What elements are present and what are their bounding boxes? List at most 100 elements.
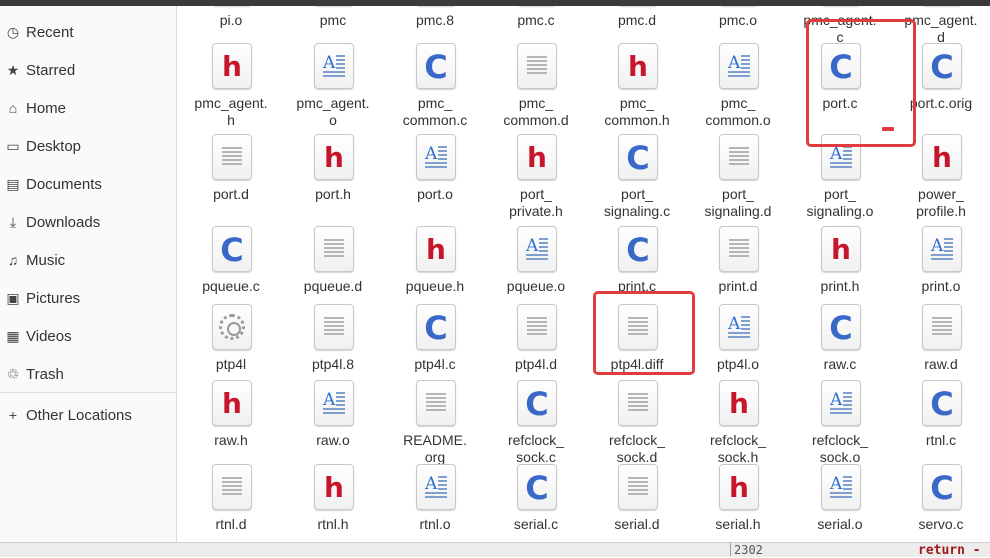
file-item[interactable]: port_ signaling.d [686,134,790,224]
sidebar-item-label: Documents [26,175,102,193]
file-name: print.d [718,278,758,294]
object-file-icon: A [719,43,759,89]
file-name: ptp4l.d [514,356,558,372]
file-item[interactable]: Cserial.c [484,464,588,542]
file-item[interactable]: Crtnl.c [889,380,990,470]
file-name: refclock_ sock.o [811,432,869,465]
file-item[interactable]: Aprint.o [889,226,990,316]
text-file-icon [517,43,557,89]
file-grid: Api.o pmc pmc.8 Cpmc.c pmc.d Apmc.o Cpmc_agent… [178,6,990,542]
sidebar-item-home[interactable]: ⌂ Home [0,91,176,125]
file-name: pqueue.d [303,278,363,294]
c-header-file-icon: h [212,43,252,89]
file-item[interactable]: Apqueue.o [484,226,588,316]
sidebar-item-label: Downloads [26,213,101,231]
file-item[interactable]: h pqueue.h [383,226,487,316]
file-name: port_ private.h [509,186,563,219]
sidebar-item-recent[interactable]: ◷ Recent [0,15,176,49]
file-name: port.o [417,186,453,202]
file-item[interactable]: print.d [686,226,790,316]
sidebar-item-label: Other Locations [26,406,132,424]
file-name: power_ profile.h [916,186,966,219]
sidebar-item-label: Starred [26,61,76,79]
file-name: pmc_ common.c [402,95,468,128]
sidebar-item-desktop[interactable]: ▭ Desktop [0,129,176,163]
c-header-file-icon: h [719,464,759,510]
plus-icon: + [8,407,18,423]
text-file-icon [314,304,354,350]
sidebar-item-starred[interactable]: ★ Starred [0,53,176,87]
executable-icon [212,304,252,350]
object-file-icon: A [922,226,962,272]
object-file-icon: A [416,134,456,180]
file-item[interactable]: h port.h [281,134,385,224]
file-item[interactable]: h pmc_agent. h [179,43,283,133]
file-item[interactable]: Aport.o [383,134,487,224]
file-item[interactable]: Cpqueue.c [179,226,283,316]
file-name: print.h [820,278,860,294]
file-item[interactable]: Aserial.o [788,464,892,542]
file-item[interactable]: Arefclock_ sock.o [788,380,892,470]
file-item[interactable]: h serial.h [686,464,790,542]
file-item[interactable]: Cpmc_ common.c [383,43,487,133]
sidebar-item-pictures[interactable]: ▣ Pictures [0,281,176,315]
file-item[interactable]: port.d [179,134,283,224]
file-name: serial.c [513,516,559,532]
file-item[interactable]: pqueue.d [281,226,385,316]
clock-icon: ◷ [6,23,20,40]
file-item[interactable]: Apmc_agent. o [281,43,385,133]
file-item[interactable]: rtnl.d [179,464,283,542]
sidebar-item-downloads[interactable]: ⤓ Downloads [0,205,176,239]
file-name: pmc_ common.o [705,95,771,128]
highlight-box-ptp4l-diff [593,291,695,375]
file-item[interactable]: pmc_ common.d [484,43,588,133]
file-item[interactable]: h refclock_ sock.h [686,380,790,470]
sidebar-item-label: Music [26,251,66,269]
video-icon: ▦ [6,327,20,344]
file-name: port.h [315,186,351,202]
file-name: rtnl.d [215,516,247,532]
file-name: print.o [921,278,961,294]
file-item[interactable]: h print.h [788,226,892,316]
text-file-icon [212,134,252,180]
text-file-icon [517,304,557,350]
c-header-file-icon: h [212,380,252,426]
trash-icon: ♲ [6,365,20,382]
sidebar-item-label: Trash [26,365,64,383]
file-item[interactable]: Cservo.c [889,464,990,542]
file-item[interactable]: README. org [383,380,487,470]
file-item[interactable]: refclock_ sock.d [585,380,689,470]
file-item[interactable]: h port_ private.h [484,134,588,224]
file-name: ptp4l.8 [311,356,355,372]
file-item[interactable]: h power_ profile.h [889,134,990,224]
c-header-file-icon: h [618,43,658,89]
file-item[interactable]: Artnl.o [383,464,487,542]
file-item[interactable]: h raw.h [179,380,283,470]
sidebar-item-trash[interactable]: ♲ Trash [0,357,176,391]
file-item[interactable]: Crefclock_ sock.c [484,380,588,470]
sidebar-item-music[interactable]: ♫ Music [0,243,176,277]
places-sidebar: ◷ Recent ★ Starred ⌂ Home ▭ Desktop ▤ Documents ⤓ D… [0,6,177,542]
c-source-file-icon: C [416,43,456,89]
file-item[interactable]: serial.d [585,464,689,542]
file-item[interactable]: Aport_ signaling.o [788,134,892,224]
file-item[interactable]: h rtnl.h [281,464,385,542]
file-item[interactable]: h pmc_ common.h [585,43,689,133]
file-name: refclock_ sock.c [507,432,565,465]
file-item[interactable]: Araw.o [281,380,385,470]
file-name: pi.o [219,12,243,28]
file-item[interactable]: Cport_ signaling.c [585,134,689,224]
sidebar-item-label: Videos [26,327,72,345]
c-source-file-icon: C [416,304,456,350]
sidebar-item-other-locations[interactable]: + Other Locations [0,398,176,432]
highlight-mark [882,127,894,131]
file-name: serial.h [715,516,761,532]
c-source-file-icon: C [821,304,861,350]
c-header-file-icon: h [314,464,354,510]
file-name: ptp4l [215,356,247,372]
sidebar-item-videos[interactable]: ▦ Videos [0,319,176,353]
file-name: pmc.d [617,12,657,28]
file-item[interactable]: Apmc_ common.o [686,43,790,133]
object-file-icon: A [314,380,354,426]
sidebar-item-documents[interactable]: ▤ Documents [0,167,176,201]
